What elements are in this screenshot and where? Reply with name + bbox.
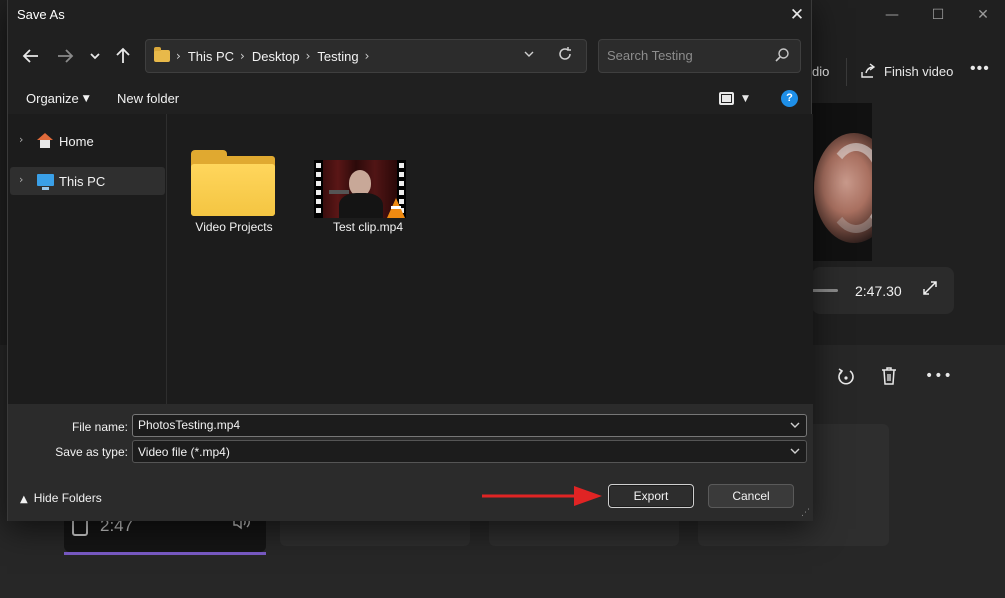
save-type-field-label: Save as type: [55, 445, 128, 459]
video-frame [323, 160, 397, 218]
save-type-value: Video file (*.mp4) [138, 445, 230, 459]
video-preview [808, 103, 872, 261]
up-arrow-icon[interactable] [111, 44, 135, 68]
save-options-panel: File name: Save as type: Video file (*.m… [8, 404, 813, 521]
organize-menu[interactable]: Organize ▼ [26, 91, 90, 106]
nav-item-home[interactable]: › Home [8, 127, 163, 155]
file-name-input[interactable] [138, 418, 778, 432]
search-icon[interactable] [774, 47, 790, 63]
back-arrow-icon[interactable] [19, 44, 43, 68]
breadcrumb-chevron-icon[interactable]: › [365, 49, 370, 64]
playback-time: 2:47.30 [855, 283, 902, 299]
organize-label: Organize [26, 91, 79, 106]
breadcrumb-chevron-icon[interactable]: › [306, 49, 311, 64]
toolbar-divider [846, 58, 847, 86]
dialog-content: › Home › This PC Video Projects Test cli… [8, 114, 813, 404]
breadcrumb-desktop[interactable]: Desktop [252, 49, 300, 64]
save-as-dialog: Save As ✕ › This PC › Desktop › Testing … [7, 0, 813, 521]
expand-chevron-icon[interactable]: › [19, 133, 23, 146]
audio-tool-label: dio [812, 64, 830, 79]
finish-video-button[interactable]: Finish video [860, 62, 953, 82]
file-item-video-projects[interactable]: Video Projects [183, 130, 283, 240]
folder-icon [154, 47, 170, 62]
file-name-field-label: File name: [71, 420, 128, 434]
dialog-title: Save As [17, 7, 65, 22]
navigation-bar: › This PC › Desktop › Testing › [8, 38, 813, 74]
address-history-chevron-icon[interactable] [522, 47, 536, 61]
vlc-cone-icon [387, 198, 405, 218]
search-input[interactable] [607, 48, 767, 63]
hide-folders-label: Hide Folders [33, 491, 102, 505]
hide-folders-toggle[interactable]: ▲ Hide Folders [20, 491, 102, 505]
breadcrumb-testing[interactable]: Testing [317, 49, 358, 64]
player-controls: 2:47.30 [812, 267, 954, 314]
finish-video-label: Finish video [884, 64, 954, 79]
help-icon[interactable]: ? [781, 90, 798, 107]
nav-item-this-pc[interactable]: › This PC [10, 167, 165, 195]
seek-bar[interactable] [812, 289, 838, 292]
new-folder-button[interactable]: New folder [117, 91, 179, 106]
dialog-close-button[interactable]: ✕ [784, 2, 810, 28]
more-options-icon[interactable]: ••• [970, 60, 990, 78]
search-box[interactable] [598, 39, 801, 73]
share-icon [861, 63, 876, 78]
fullscreen-icon[interactable] [922, 280, 938, 296]
refresh-icon[interactable] [556, 45, 574, 63]
clip-selection-bar [64, 552, 266, 555]
view-options-caret-icon[interactable]: ▼ [742, 94, 749, 104]
breadcrumb-chevron-icon[interactable]: › [176, 49, 181, 64]
breadcrumb-this-pc[interactable]: This PC [188, 49, 234, 64]
timeline-more-icon[interactable]: ••• [925, 368, 953, 384]
rotate-icon[interactable] [836, 366, 856, 386]
recent-locations-chevron-icon[interactable] [83, 44, 107, 68]
film-strip [314, 160, 323, 218]
export-button[interactable]: Export [608, 484, 694, 508]
file-name-label: Video Projects [195, 220, 273, 234]
this-pc-icon [37, 174, 54, 190]
resize-grip-icon[interactable]: ⋰ [801, 509, 810, 518]
file-name-dropdown-icon[interactable] [789, 418, 801, 432]
breadcrumb-chevron-icon[interactable]: › [240, 49, 245, 64]
file-name-label: Test clip.mp4 [332, 220, 404, 234]
file-name-combobox[interactable] [132, 414, 807, 437]
chevron-up-icon: ▲ [20, 494, 28, 505]
audio-tool-button[interactable]: dio [812, 62, 829, 82]
view-mode-icon[interactable] [719, 92, 734, 105]
nav-item-label: This PC [59, 174, 106, 189]
breadcrumb: › This PC › Desktop › Testing › [176, 49, 376, 64]
organize-caret-icon: ▼ [82, 94, 90, 104]
file-item-test-clip[interactable]: Test clip.mp4 [305, 130, 406, 240]
window-close-button[interactable]: ✕ [972, 4, 994, 26]
save-type-dropdown-icon[interactable] [789, 444, 801, 458]
navigation-pane: › Home › This PC [8, 114, 167, 404]
home-icon [37, 133, 53, 148]
command-bar: Organize ▼ New folder ▼ ? [8, 86, 813, 114]
delete-icon[interactable] [880, 366, 898, 386]
minimize-button[interactable]: — [881, 4, 903, 26]
address-bar[interactable]: › This PC › Desktop › Testing › [145, 39, 587, 73]
save-type-select[interactable]: Video file (*.mp4) [132, 440, 807, 463]
dialog-title-bar[interactable]: Save As ✕ [8, 0, 813, 30]
cancel-button[interactable]: Cancel [708, 484, 794, 508]
annotation-arrow-icon [482, 486, 602, 506]
maximize-button[interactable]: ☐ [927, 4, 949, 26]
nav-item-label: Home [59, 134, 94, 149]
folder-icon [191, 150, 275, 216]
expand-chevron-icon[interactable]: › [19, 173, 23, 186]
forward-arrow-icon[interactable] [53, 44, 77, 68]
